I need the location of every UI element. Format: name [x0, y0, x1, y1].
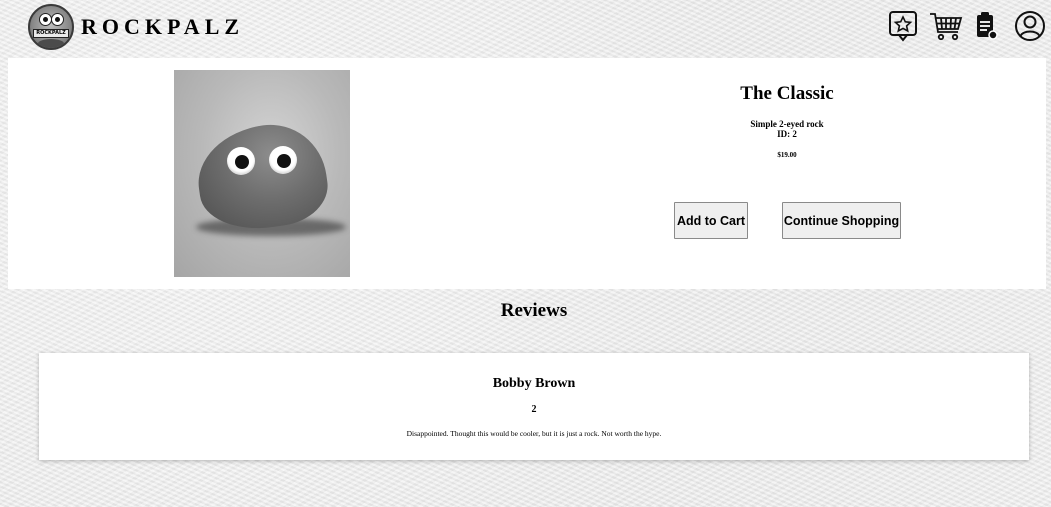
product-id: ID: 2 [777, 129, 797, 139]
site-header: ROCKPALZ ROCKPALZ [0, 0, 1051, 58]
orders-icon[interactable] [973, 9, 999, 43]
review-author: Bobby Brown [492, 376, 576, 391]
logo-icon[interactable]: ROCKPALZ [28, 4, 74, 50]
favorites-icon[interactable] [887, 9, 921, 43]
cart-icon[interactable] [929, 9, 963, 43]
product-title: The Classic [740, 83, 834, 104]
continue-shopping-button[interactable]: Continue Shopping [782, 202, 901, 239]
product-price: $19.00 [777, 151, 797, 159]
googly-eye-left [227, 147, 255, 175]
review-rating: 2 [531, 404, 537, 415]
product-description: Simple 2-eyed rock [750, 119, 824, 129]
product-panel: The Classic Simple 2-eyed rock ID: 2 $19… [8, 58, 1046, 289]
logo-text: ROCKPALZ [33, 29, 69, 38]
account-icon[interactable] [1013, 9, 1047, 43]
product-image [174, 70, 350, 277]
review-card: Bobby Brown 2 Disappointed. Thought this… [39, 353, 1029, 460]
logo-eye-right [51, 13, 64, 26]
review-text: Disappointed. Thought this would be cool… [406, 429, 662, 438]
reviews-heading: Reviews [500, 300, 568, 321]
logo-rock [38, 39, 64, 48]
add-to-cart-button[interactable]: Add to Cart [674, 202, 748, 239]
brand-name[interactable]: ROCKPALZ [81, 14, 244, 40]
googly-eye-right [269, 146, 297, 174]
